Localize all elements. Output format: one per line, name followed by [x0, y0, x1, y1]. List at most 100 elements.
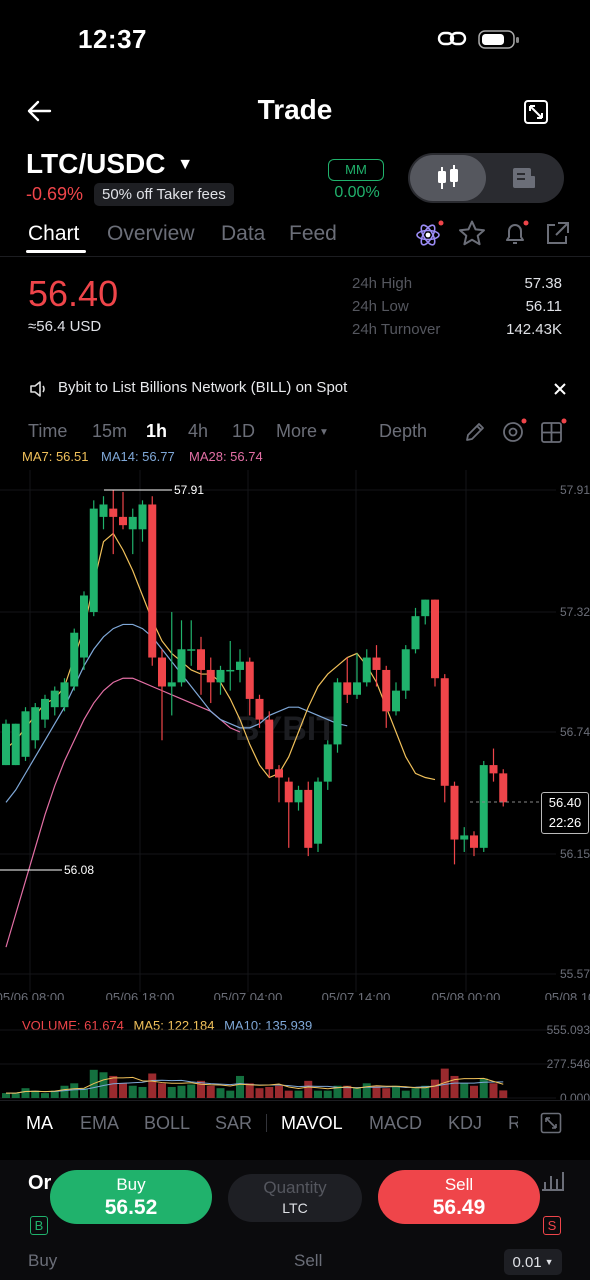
indicator-ema[interactable]: EMA — [80, 1113, 119, 1134]
volume-bar — [255, 1088, 264, 1098]
fee-promo-badge[interactable]: 50% off Taker fees — [94, 183, 234, 206]
stat-label-24h-turnover: 24h Turnover — [352, 321, 441, 338]
mm-badge[interactable]: MM — [328, 159, 384, 181]
tab-feed[interactable]: Feed — [289, 222, 337, 246]
stat-label-24h-low: 24h Low — [352, 298, 409, 315]
tab-chart[interactable]: Chart — [28, 222, 79, 246]
pencil-draw-icon[interactable] — [464, 421, 486, 448]
indicator-kdj[interactable]: KDJ — [448, 1113, 482, 1134]
volume-bar — [294, 1090, 303, 1098]
buy-side-badge: B — [30, 1216, 48, 1235]
candle-body — [304, 789, 313, 848]
layout-grid-icon[interactable] — [540, 417, 568, 450]
candle-body — [333, 682, 342, 745]
candle-body — [450, 785, 459, 840]
buy-button[interactable]: Buy 56.52 — [50, 1170, 212, 1224]
atom-icon[interactable] — [414, 220, 444, 253]
candle-body — [197, 649, 205, 670]
indicator-expand-icon[interactable] — [540, 1112, 562, 1139]
indicator-divider — [0, 1100, 590, 1101]
x-axis-label: 05/06 08:00 — [0, 990, 64, 1000]
orderbook-heading-fragment: Or — [28, 1172, 52, 1194]
volume-bar — [382, 1088, 391, 1098]
volume-bar — [460, 1083, 469, 1098]
high-marker-label: 57.91 — [174, 483, 204, 497]
price-alert-bell-icon[interactable] — [502, 219, 530, 252]
candle-mode-button[interactable] — [410, 155, 486, 201]
tab-data[interactable]: Data — [221, 222, 265, 246]
quantity-unit: LTC — [282, 1200, 308, 1216]
caret-down-icon: ▼ — [319, 427, 329, 438]
candle-body — [226, 669, 235, 672]
volume-bar — [158, 1083, 166, 1098]
stat-value-24h-turnover: 142.43K — [506, 321, 562, 338]
announcement-text[interactable]: Bybit to List Billions Network (BILL) on… — [58, 379, 347, 396]
volume-bar — [362, 1083, 371, 1098]
indicator-boll[interactable]: BOLL — [144, 1113, 190, 1134]
candle-body — [119, 516, 127, 526]
indicator-sar[interactable]: SAR — [215, 1113, 252, 1134]
candle-body — [294, 789, 303, 803]
timeframe-1d[interactable]: 1D — [232, 421, 255, 442]
candle-body — [216, 669, 225, 683]
price-change: -0.69% — [26, 184, 84, 204]
candle-body — [314, 781, 322, 844]
timeframe-time[interactable]: Time — [28, 421, 67, 442]
timeframe-4h[interactable]: 4h — [188, 421, 208, 442]
candle-body — [99, 504, 108, 517]
candle-body — [41, 698, 49, 720]
candle-countdown: 22:26 — [548, 815, 582, 830]
x-axis-label: 05/08 00:00 — [432, 990, 501, 1000]
bybit-watermark: BYBIT — [235, 710, 337, 748]
candle-body — [138, 504, 147, 530]
precision-selector[interactable]: 0.01 ▼ — [504, 1249, 562, 1275]
candle-body — [50, 690, 59, 708]
candle-body — [245, 661, 254, 699]
candle-body — [255, 698, 264, 720]
tab-overview[interactable]: Overview — [107, 222, 195, 246]
volume-bar — [21, 1088, 30, 1098]
indicator-macd[interactable]: MACD — [369, 1113, 422, 1134]
orderbook-mode-icon[interactable] — [512, 167, 536, 194]
volume-bar — [206, 1085, 215, 1098]
pair-selector[interactable]: LTC/USDC ▼ — [26, 148, 193, 180]
timeframe-more[interactable]: More ▼ — [276, 421, 329, 442]
mm-value: 0.00% — [334, 184, 380, 201]
orderbook-buy-label: Buy — [28, 1251, 58, 1270]
depth-button[interactable]: Depth — [379, 421, 427, 442]
indicator-mavol[interactable]: MAVOL — [281, 1113, 343, 1134]
quantity-label: Quantity — [263, 1178, 327, 1197]
volume-bar — [314, 1090, 322, 1098]
caret-down-icon: ▼ — [544, 1257, 554, 1267]
volume-chart: 555.093 277.546 0.000 — [0, 1023, 590, 1100]
chart-bars-icon[interactable] — [540, 1168, 566, 1197]
sell-button[interactable]: Sell 56.49 — [378, 1170, 540, 1224]
candle-body — [401, 649, 410, 691]
fullscreen-icon[interactable] — [523, 99, 549, 130]
candle-body — [60, 682, 69, 708]
candle-body — [2, 723, 10, 766]
volume-bar — [411, 1088, 420, 1098]
indicator-r[interactable]: R — [508, 1113, 518, 1134]
favorite-star-icon[interactable] — [458, 220, 486, 251]
x-axis-label: 05/06 18:00 — [106, 990, 175, 1000]
share-icon[interactable] — [544, 221, 570, 252]
candle-body — [362, 657, 371, 683]
tabs-divider — [0, 256, 590, 257]
candle-body — [31, 707, 40, 741]
volume-bar — [470, 1085, 478, 1098]
timeframe-15m[interactable]: 15m — [92, 421, 127, 442]
quantity-selector[interactable]: Quantity LTC — [228, 1174, 362, 1222]
indicator-ma[interactable]: MA — [26, 1113, 53, 1134]
last-price: 56.40 — [28, 273, 119, 314]
timeframe-1h[interactable]: 1h — [146, 421, 167, 442]
candle-body — [411, 616, 420, 650]
y-axis-label: 56.15 — [560, 847, 590, 861]
close-icon[interactable] — [552, 381, 568, 402]
candle-body — [177, 649, 186, 683]
candle-body — [206, 669, 215, 683]
chart-settings-icon[interactable] — [501, 418, 529, 449]
candle-body — [470, 835, 478, 848]
y-axis-label: 57.91 — [560, 483, 590, 497]
candlestick-chart[interactable]: BYBIT 57.91 57.32 56.74 56.15 55.57 57.91 56.08… — [0, 470, 590, 1000]
